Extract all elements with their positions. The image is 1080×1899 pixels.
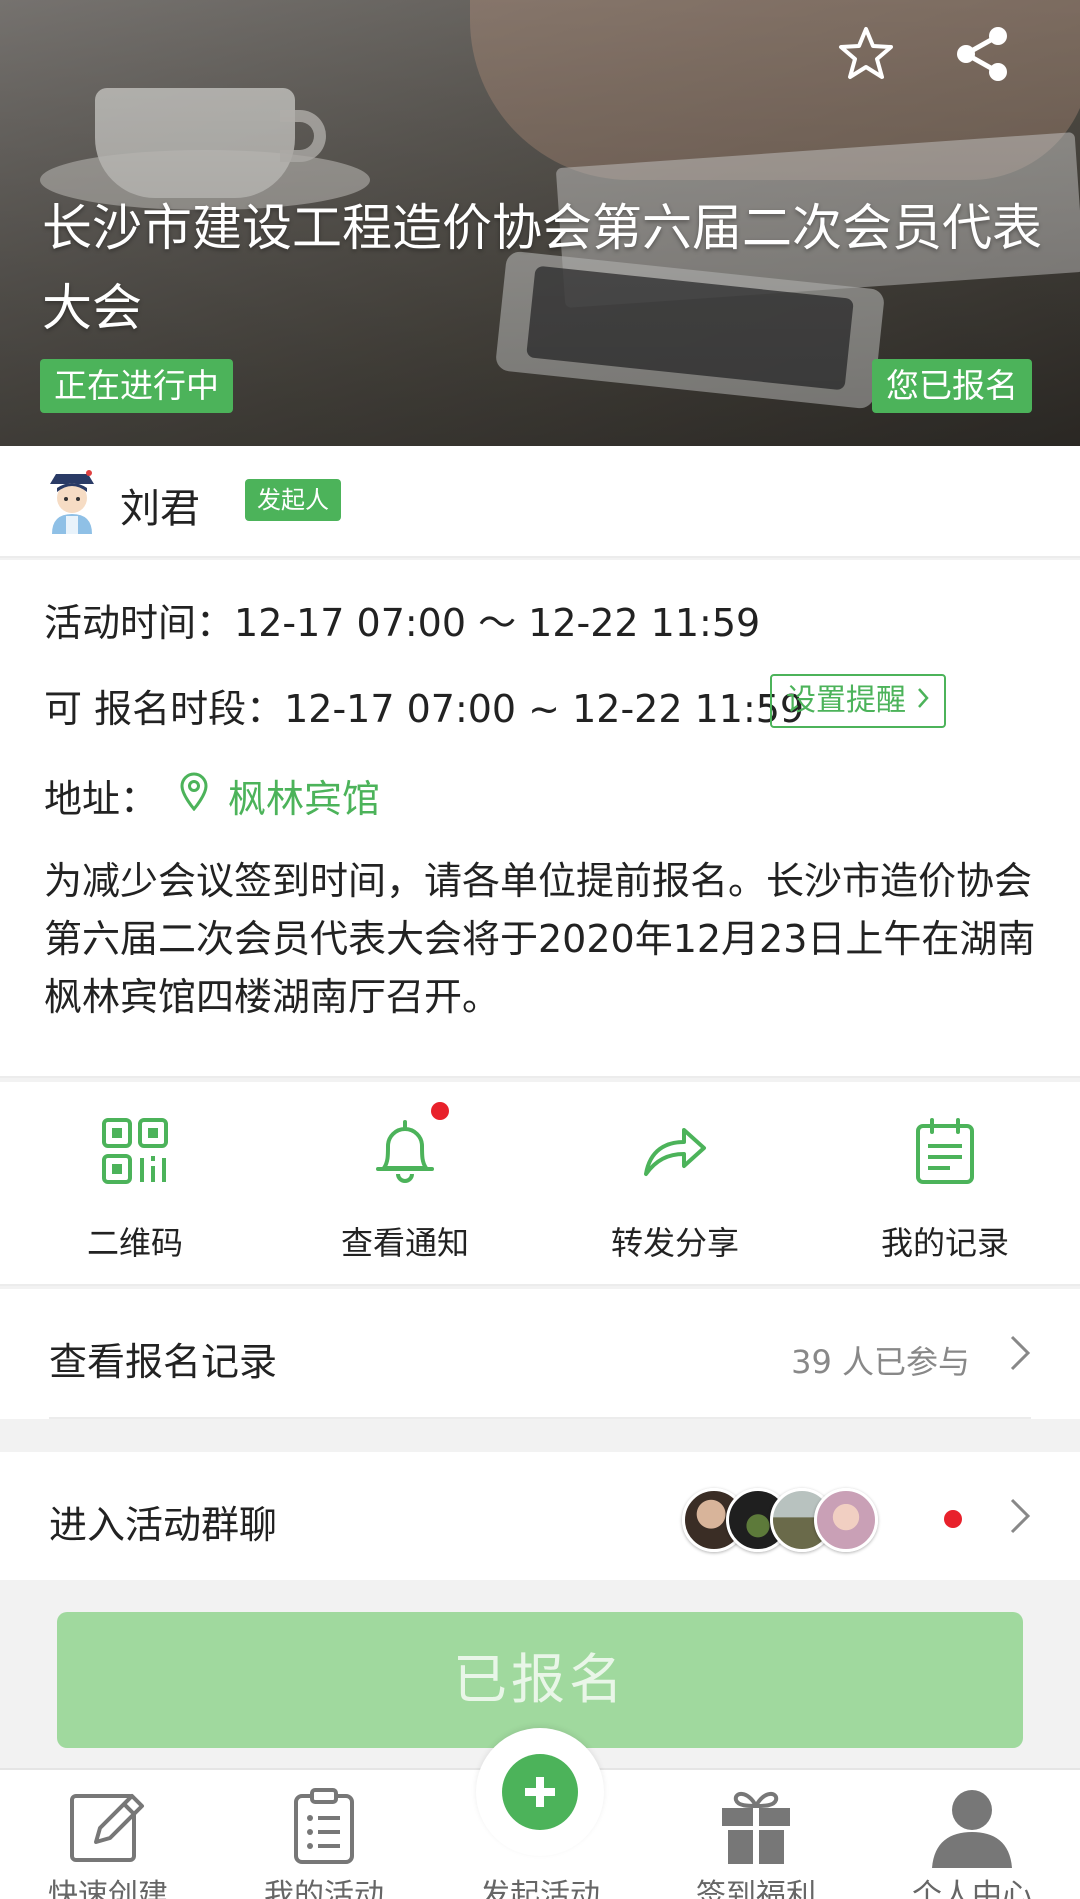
forward-share-label: 转发分享 xyxy=(610,1224,739,1262)
registered-badge: 您已报名 xyxy=(872,359,1032,413)
location-pin-icon xyxy=(178,771,210,820)
signup-period-row: 可 报名时段：12-17 07:00 ~ 12-22 11:59 xyxy=(44,678,804,733)
address-link[interactable]: 枫林宾馆 xyxy=(228,768,380,823)
notification-dot xyxy=(431,1102,449,1120)
event-description: 为减少会议签到时间，请各单位提前报名。长沙市造价协会第六届二次会员代表大会将于2… xyxy=(44,859,1036,1019)
qr-code-button[interactable]: 二维码 xyxy=(0,1082,270,1286)
clipboard-icon xyxy=(282,1784,366,1868)
group-chat-row[interactable]: 进入活动群聊 xyxy=(0,1452,1080,1580)
nav-profile-label: 个人中心 xyxy=(912,1878,1032,1899)
status-badge: 正在进行中 xyxy=(40,359,233,413)
nav-quick-create-label: 快速创建 xyxy=(48,1878,168,1899)
member-avatar xyxy=(814,1488,878,1552)
event-time-row: 活动时间：12-17 07:00 ～ 12-22 11:59 xyxy=(44,592,760,647)
qr-code-label: 二维码 xyxy=(86,1224,183,1262)
initiator-row[interactable]: 刘君 发起人 xyxy=(0,446,1080,558)
participant-count: 39 人已参与 xyxy=(791,1343,970,1381)
qr-code-icon xyxy=(100,1116,170,1186)
nav-my-activities[interactable]: 我的活动 xyxy=(216,1770,432,1899)
signup-records-label: 查看报名记录 xyxy=(49,1340,278,1384)
nav-my-activities-label: 我的活动 xyxy=(264,1878,384,1899)
view-notice-button[interactable]: 查看通知 xyxy=(270,1082,540,1286)
nav-launch-activity-label: 发起活动 xyxy=(480,1878,600,1899)
set-reminder-label: 设置提醒 xyxy=(786,683,906,718)
share-icon[interactable] xyxy=(950,22,1014,86)
group-chat-label: 进入活动群聊 xyxy=(49,1503,278,1547)
initiator-badge: 发起人 xyxy=(245,479,341,521)
favorite-star-icon[interactable] xyxy=(834,22,898,86)
signup-period-value: 12-17 07:00 ~ 12-22 11:59 xyxy=(284,687,805,731)
my-records-label: 我的记录 xyxy=(880,1224,1009,1262)
initiator-name: 刘君 xyxy=(120,486,200,532)
chevron-right-icon xyxy=(1008,1496,1032,1540)
chevron-right-icon xyxy=(1008,1333,1032,1377)
address-row: 地址： 枫林宾馆 xyxy=(44,768,380,823)
address-label: 地址： xyxy=(44,777,159,821)
chevron-right-icon xyxy=(916,683,930,718)
set-reminder-button[interactable]: 设置提醒 xyxy=(770,674,946,728)
avatar xyxy=(44,470,100,534)
signup-records-row[interactable]: 查看报名记录 39 人已参与 xyxy=(0,1289,1080,1419)
forward-share-button[interactable]: 转发分享 xyxy=(540,1082,810,1286)
event-time-value: 12-17 07:00 ～ 12-22 11:59 xyxy=(234,601,761,645)
forward-icon xyxy=(640,1116,710,1186)
nav-checkin-rewards[interactable]: 签到福利 xyxy=(648,1770,864,1899)
hero-banner: 长沙市建设工程造价协会第六届二次会员代表大会 正在进行中 您已报名 xyxy=(0,0,1080,446)
event-info: 活动时间：12-17 07:00 ～ 12-22 11:59 可 报名时段：12… xyxy=(0,560,1080,1078)
nav-checkin-rewards-label: 签到福利 xyxy=(696,1878,816,1899)
launch-activity-fab[interactable] xyxy=(476,1728,604,1856)
nav-quick-create[interactable]: 快速创建 xyxy=(0,1770,216,1899)
action-bar: 二维码 查看通知 转发分享 我的记录 xyxy=(0,1082,1080,1286)
event-title: 长沙市建设工程造价协会第六届二次会员代表大会 xyxy=(42,199,1042,337)
event-time-label: 活动时间： xyxy=(44,601,235,645)
unread-dot xyxy=(944,1510,962,1528)
my-records-button[interactable]: 我的记录 xyxy=(810,1082,1080,1286)
view-notice-label: 查看通知 xyxy=(340,1224,469,1262)
edit-icon xyxy=(66,1784,150,1868)
notepad-icon xyxy=(910,1116,980,1186)
gift-icon xyxy=(714,1784,798,1868)
plus-icon xyxy=(502,1754,578,1830)
user-icon xyxy=(930,1784,1014,1868)
bell-icon xyxy=(370,1116,440,1186)
nav-profile[interactable]: 个人中心 xyxy=(864,1770,1080,1899)
signup-period-label: 可 报名时段： xyxy=(44,687,285,731)
member-avatars xyxy=(682,1488,882,1552)
